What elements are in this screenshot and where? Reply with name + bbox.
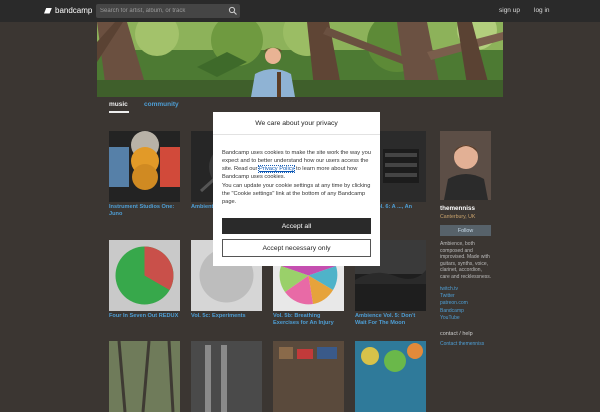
artist-profile: themenniss Canterbury, UK Follow Ambienc… (440, 131, 492, 347)
album-title[interactable]: Instrument Studios One: Juno (109, 204, 180, 218)
cookie-explanation: Bandcamp uses cookies to make the site w… (222, 149, 374, 181)
bandcamp-logo[interactable]: bandcamp (44, 6, 92, 15)
artist-link[interactable]: Twitter (440, 293, 492, 300)
artist-photo[interactable] (440, 131, 491, 200)
artist-link[interactable]: YouTube (440, 315, 492, 322)
album-title[interactable]: Four In Seven Out REDUX (109, 313, 180, 320)
album-art[interactable] (109, 131, 180, 202)
artist-banner (97, 22, 503, 97)
contact-heading: contact / help (440, 330, 473, 337)
artist-links: twitch.tv Twitter patreon.com Bandcamp Y… (440, 286, 492, 323)
tab-community[interactable]: community (144, 101, 179, 108)
album-art[interactable] (355, 341, 426, 412)
active-tab-indicator (109, 111, 129, 113)
search-icon[interactable] (228, 6, 238, 16)
cookie-settings-note: You can update your cookie settings at a… (222, 183, 371, 206)
bandcamp-logo-icon (44, 7, 52, 14)
search-input[interactable] (96, 4, 222, 18)
signup-link[interactable]: sign up (499, 7, 520, 14)
album-item[interactable] (273, 341, 344, 412)
album-item[interactable]: Four In Seven Out REDUX (109, 240, 180, 320)
album-art[interactable] (273, 341, 344, 412)
album-title[interactable]: Vol. 5b: Breathing Exercises for An Inju… (273, 313, 344, 327)
login-link[interactable]: log in (534, 7, 550, 14)
artist-link[interactable]: patreon.com (440, 300, 492, 307)
artist-link[interactable]: Bandcamp (440, 308, 492, 315)
follow-button[interactable]: Follow (440, 225, 491, 236)
album-art[interactable] (109, 341, 180, 412)
album-art[interactable] (109, 240, 180, 311)
artist-location: Canterbury, UK (440, 214, 476, 220)
album-item[interactable] (191, 341, 262, 412)
privacy-policy-link[interactable]: Privacy Policy (257, 165, 296, 174)
album-item[interactable] (355, 341, 426, 412)
album-item[interactable]: Instrument Studios One: Juno (109, 131, 180, 218)
album-title[interactable]: Vol. 5c: Experiments (191, 313, 262, 320)
artist-bio: Ambience, both composed and improvised. … (440, 241, 492, 280)
accept-necessary-button[interactable]: Accept necessary only (222, 239, 371, 257)
album-item[interactable] (109, 341, 180, 412)
artist-link[interactable]: twitch.tv (440, 286, 492, 293)
dialog-title: We care about your privacy (255, 120, 338, 127)
album-title[interactable]: Ambience Vol. 5: Don't Wait For The Moon (355, 313, 426, 327)
dialog-divider (213, 134, 380, 135)
top-bar: bandcamp sign up log in (0, 0, 600, 22)
tab-music[interactable]: music (109, 101, 128, 108)
accept-all-button[interactable]: Accept all (222, 218, 371, 234)
contact-link[interactable]: Contact themenniss (440, 341, 492, 348)
album-art[interactable] (191, 341, 262, 412)
logo-text: bandcamp (55, 6, 93, 15)
search-box (96, 4, 240, 18)
artist-name: themenniss (440, 205, 475, 212)
cookie-consent-dialog: We care about your privacy Bandcamp uses… (213, 112, 380, 266)
